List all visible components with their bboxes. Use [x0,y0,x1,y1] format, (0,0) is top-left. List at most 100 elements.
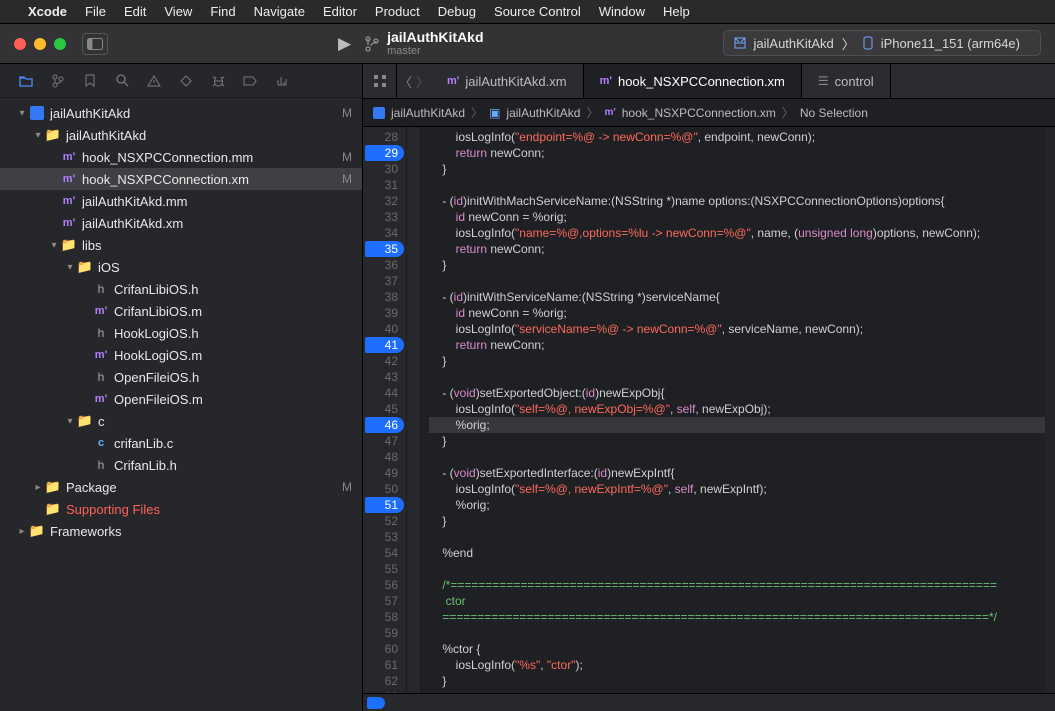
source-editor[interactable]: 2829303132333435363738394041424344454647… [363,127,1055,693]
tree-row[interactable]: ▾jailAuthKitAkdM [0,102,362,124]
tree-row[interactable]: m'hook_NSXPCConnection.mmM [0,146,362,168]
disclosure-arrow[interactable]: ▾ [64,262,76,273]
related-items-button[interactable] [363,64,397,98]
back-button[interactable]: 〈 [399,72,412,91]
source-line[interactable] [429,177,1045,193]
tree-row[interactable]: hCrifanLib.h [0,454,362,476]
scheme-project[interactable]: jailAuthKitAkd master [387,30,483,57]
line-number[interactable]: 41 [365,337,404,353]
disclosure-arrow[interactable]: ▾ [64,416,76,427]
line-number[interactable]: 58 [363,609,404,625]
source-line[interactable]: } [429,161,1045,177]
menu-source-control[interactable]: Source Control [494,4,581,19]
source-line[interactable]: } [429,257,1045,273]
tree-row[interactable]: hHookLogiOS.h [0,322,362,344]
tree-row[interactable]: m'jailAuthKitAkd.xm [0,212,362,234]
breakpoint-navigator-tab[interactable] [242,73,258,89]
menu-view[interactable]: View [164,4,192,19]
source-line[interactable]: iosLogInfo("self=%@, newExpIntf=%@", sel… [429,481,1045,497]
line-number[interactable]: 36 [363,257,404,273]
source-line[interactable]: } [429,673,1045,689]
tree-row[interactable]: hOpenFileiOS.h [0,366,362,388]
line-number[interactable]: 49 [363,465,404,481]
line-number[interactable]: 39 [363,305,404,321]
source-line[interactable]: iosLogInfo("%s", "ctor"); [429,657,1045,673]
disclosure-arrow[interactable]: ▾ [32,130,44,141]
line-number[interactable]: 54 [363,545,404,561]
source-line[interactable]: - (void)setExportedInterface:(id)newExpI… [429,465,1045,481]
line-number[interactable]: 44 [363,385,404,401]
source-line[interactable]: } [429,353,1045,369]
menu-debug[interactable]: Debug [438,4,476,19]
source-line[interactable]: iosLogInfo("serviceName=%@ -> newConn=%@… [429,321,1045,337]
tree-row[interactable]: hCrifanLibiOS.h [0,278,362,300]
source-line[interactable]: iosLogInfo("name=%@,options=%lu -> newCo… [429,225,1045,241]
line-number[interactable]: 52 [363,513,404,529]
project-navigator-tab[interactable] [18,73,34,89]
tree-row[interactable]: ccrifanLib.c [0,432,362,454]
minimize-window-button[interactable] [34,38,46,50]
forward-button[interactable]: 〉 [416,72,429,91]
toggle-navigator-button[interactable] [82,33,108,55]
line-number[interactable]: 30 [363,161,404,177]
tree-row[interactable]: m'jailAuthKitAkd.mm [0,190,362,212]
tree-row[interactable]: 📁Supporting Files [0,498,362,520]
line-number[interactable]: 35 [365,241,404,257]
line-number[interactable]: 48 [363,449,404,465]
source-line[interactable]: ctor [429,593,1045,609]
issue-navigator-tab[interactable] [146,73,162,89]
source-line[interactable]: - (id)initWithServiceName:(NSString *)se… [429,289,1045,305]
zoom-window-button[interactable] [54,38,66,50]
source-line[interactable]: iosLogInfo("self=%@, newExpObj=%@", self… [429,401,1045,417]
line-number[interactable]: 31 [363,177,404,193]
source-line[interactable]: /*======================================… [429,577,1045,593]
run-button[interactable]: ▶ [338,34,351,54]
bookmark-navigator-tab[interactable] [82,73,98,89]
source-line[interactable]: id newConn = %orig; [429,305,1045,321]
jumpbar-item-0[interactable]: jailAuthKitAkd [391,106,465,120]
editor-tab-0[interactable]: m'jailAuthKitAkd.xm [431,64,584,98]
minimap[interactable] [1045,127,1055,693]
menu-editor[interactable]: Editor [323,4,357,19]
menu-product[interactable]: Product [375,4,420,19]
line-number[interactable]: 42 [363,353,404,369]
tree-row[interactable]: ▾📁jailAuthKitAkd [0,124,362,146]
line-number[interactable]: 38 [363,289,404,305]
source-line[interactable] [429,529,1045,545]
menu-help[interactable]: Help [663,4,690,19]
disclosure-arrow[interactable]: ▸ [16,526,28,537]
line-number[interactable]: 53 [363,529,404,545]
source-line[interactable]: return newConn; [429,145,1045,161]
source-line[interactable]: iosLogInfo("endpoint=%@ -> newConn=%@", … [429,129,1045,145]
source-line[interactable]: %orig; [429,417,1045,433]
tree-row[interactable]: ▾📁c [0,410,362,432]
close-window-button[interactable] [14,38,26,50]
line-number[interactable]: 61 [363,657,404,673]
source-line[interactable] [429,449,1045,465]
line-number[interactable]: 55 [363,561,404,577]
disclosure-arrow[interactable]: ▾ [48,240,60,251]
line-number[interactable]: 59 [363,625,404,641]
scheme-selector[interactable]: jailAuthKitAkd 〉 iPhone11_151 (arm64e) [723,30,1041,56]
disclosure-arrow[interactable]: ▸ [32,482,44,493]
line-number[interactable]: 45 [363,401,404,417]
line-number[interactable]: 32 [363,193,404,209]
line-number[interactable]: 62 [363,673,404,689]
source-text[interactable]: iosLogInfo("endpoint=%@ -> newConn=%@", … [421,127,1045,693]
source-line[interactable]: %ctor { [429,641,1045,657]
breakpoint-toggle-button[interactable] [367,697,385,709]
line-number[interactable]: 37 [363,273,404,289]
menu-navigate[interactable]: Navigate [254,4,305,19]
source-line[interactable] [429,561,1045,577]
project-tree[interactable]: ▾jailAuthKitAkdM▾📁jailAuthKitAkdm'hook_N… [0,98,362,711]
editor-tab-2[interactable]: ☰control [802,64,891,98]
report-navigator-tab[interactable] [274,73,290,89]
line-number[interactable]: 63 [363,689,404,693]
tree-row[interactable]: ▸📁PackageM [0,476,362,498]
tree-row[interactable]: ▾📁iOS [0,256,362,278]
source-line[interactable]: ========================================… [429,609,1045,625]
tree-row[interactable]: ▸📁Frameworks [0,520,362,542]
source-line[interactable]: %orig; [429,497,1045,513]
menu-find[interactable]: Find [210,4,235,19]
fold-ribbon[interactable] [407,127,421,693]
